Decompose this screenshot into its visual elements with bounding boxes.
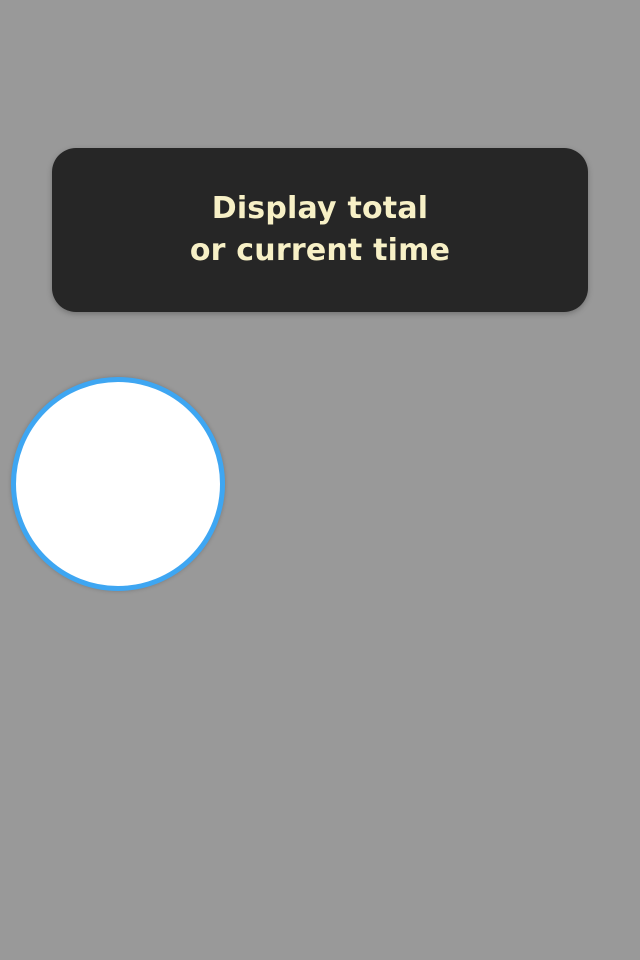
tooltip-message: Display total or current time [189, 191, 451, 268]
tutorial-tooltip: Display total or current time [52, 148, 588, 312]
tutorial-overlay[interactable]: Display total or current time [0, 0, 640, 960]
spotlight-target-circle[interactable] [11, 377, 225, 591]
